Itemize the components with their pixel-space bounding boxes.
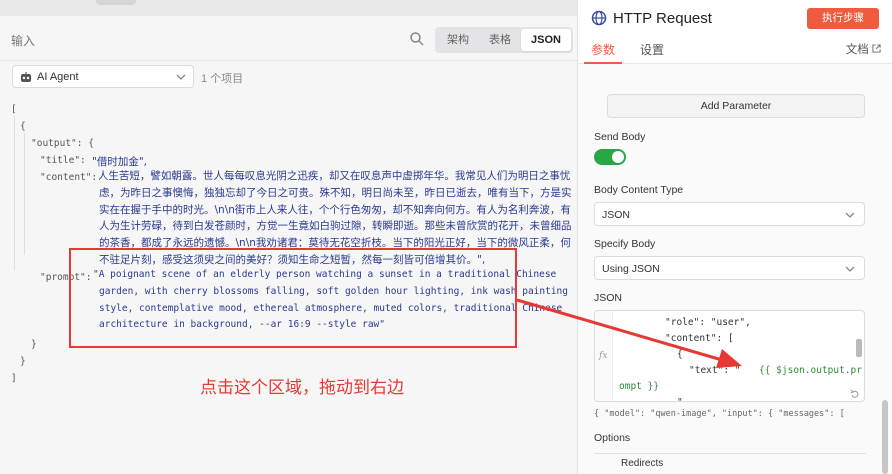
node-title: HTTP Request	[613, 10, 712, 27]
chevron-down-icon	[845, 266, 855, 272]
node-selector[interactable]: AI Agent	[12, 65, 194, 88]
send-body-toggle[interactable]	[594, 149, 626, 165]
chevron-down-icon	[176, 74, 186, 80]
tab-schema[interactable]: 架构	[437, 29, 479, 51]
json-body-editor[interactable]: fx "role": "user", "content": [ { "text"…	[594, 310, 865, 402]
indent-guide	[14, 116, 15, 270]
docs-link-label: 文档	[845, 44, 869, 56]
item-count: 1 个项目	[201, 73, 244, 85]
panel-tabs: 参数 设置 文档	[578, 36, 892, 64]
json-label: JSON	[594, 292, 623, 304]
globe-icon	[591, 10, 607, 26]
expression-fx-icon: fx	[599, 351, 608, 361]
code-line: {	[677, 349, 683, 360]
input-panel: 输入 架构 表格 JSON AI Agent 1 个项目 [ { "output…	[0, 16, 577, 474]
options-divider	[594, 453, 866, 454]
json-close-inner: }	[31, 339, 37, 350]
json-close-bracket: ]	[11, 373, 17, 384]
drag-source-highlight[interactable]	[69, 248, 517, 348]
json-close-brace: }	[20, 356, 26, 367]
tab-parameters[interactable]: 参数	[591, 41, 615, 58]
specify-body-value: Using JSON	[602, 263, 660, 275]
editor-gutter: fx	[595, 311, 613, 401]
search-icon[interactable]	[409, 31, 425, 47]
external-link-icon	[872, 44, 881, 53]
chevron-down-icon	[845, 212, 855, 218]
top-strip-handle	[96, 0, 136, 5]
json-content-key: "content":	[40, 172, 98, 183]
body-content-type-label: Body Content Type	[594, 184, 684, 196]
json-open-bracket: [	[11, 104, 17, 115]
json-preview: { "model": "qwen-image", "input": { "mes…	[594, 409, 845, 419]
panel-scrollbar[interactable]	[882, 64, 890, 474]
tab-table[interactable]: 表格	[479, 29, 521, 51]
docs-link[interactable]: 文档	[846, 41, 881, 57]
send-body-label: Send Body	[594, 131, 646, 143]
robot-icon	[21, 72, 31, 82]
annotation-hint: 点击这个区域，拖动到右边	[200, 378, 404, 398]
add-parameter-button[interactable]: Add Parameter	[607, 94, 865, 118]
view-mode-switch: 架构 表格 JSON	[435, 27, 573, 53]
json-title-value: "借时加金",	[92, 156, 147, 168]
body-content-type-value: JSON	[602, 209, 631, 221]
json-title-key: "title":	[40, 155, 86, 166]
execute-step-button[interactable]: 执行步骤	[807, 8, 879, 29]
tab-json[interactable]: JSON	[521, 29, 571, 51]
json-open-brace: {	[20, 121, 26, 132]
http-request-panel: HTTP Request 执行步骤 参数 设置 文档 Add Parameter…	[577, 0, 892, 474]
editor-scroll-thumb[interactable]	[856, 339, 862, 357]
specify-body-label: Specify Body	[594, 238, 656, 250]
options-label: Options	[594, 432, 631, 444]
indent-guide	[24, 133, 25, 255]
panel-scroll-thumb[interactable]	[882, 400, 888, 474]
editor-scrollbar[interactable]	[856, 315, 862, 399]
code-line-text-key: "text": "	[689, 365, 741, 376]
code-expression-cont: ompt }}	[619, 381, 660, 392]
code-expression: {{ $json.output.pr	[759, 365, 862, 376]
parameters-body: Add Parameter Send Body Body Content Typ…	[578, 64, 892, 474]
body-content-type-select[interactable]: JSON	[594, 202, 865, 226]
specify-body-select[interactable]: Using JSON	[594, 256, 865, 280]
execute-step-label: 执行步骤	[822, 12, 864, 24]
resize-icon[interactable]	[850, 389, 860, 399]
code-line: "role": "user",	[665, 317, 751, 328]
redirects-label: Redirects	[621, 458, 664, 469]
code-line: "content": [	[665, 333, 734, 344]
tab-settings[interactable]: 设置	[640, 41, 664, 58]
input-panel-header: 输入 架构 表格 JSON	[0, 16, 577, 61]
top-strip	[0, 0, 577, 16]
toggle-knob	[612, 151, 624, 163]
input-panel-title: 输入	[11, 34, 36, 48]
node-selector-value: AI Agent	[37, 71, 79, 83]
code-line: "	[677, 397, 683, 401]
json-output-key: "output": {	[31, 138, 94, 149]
